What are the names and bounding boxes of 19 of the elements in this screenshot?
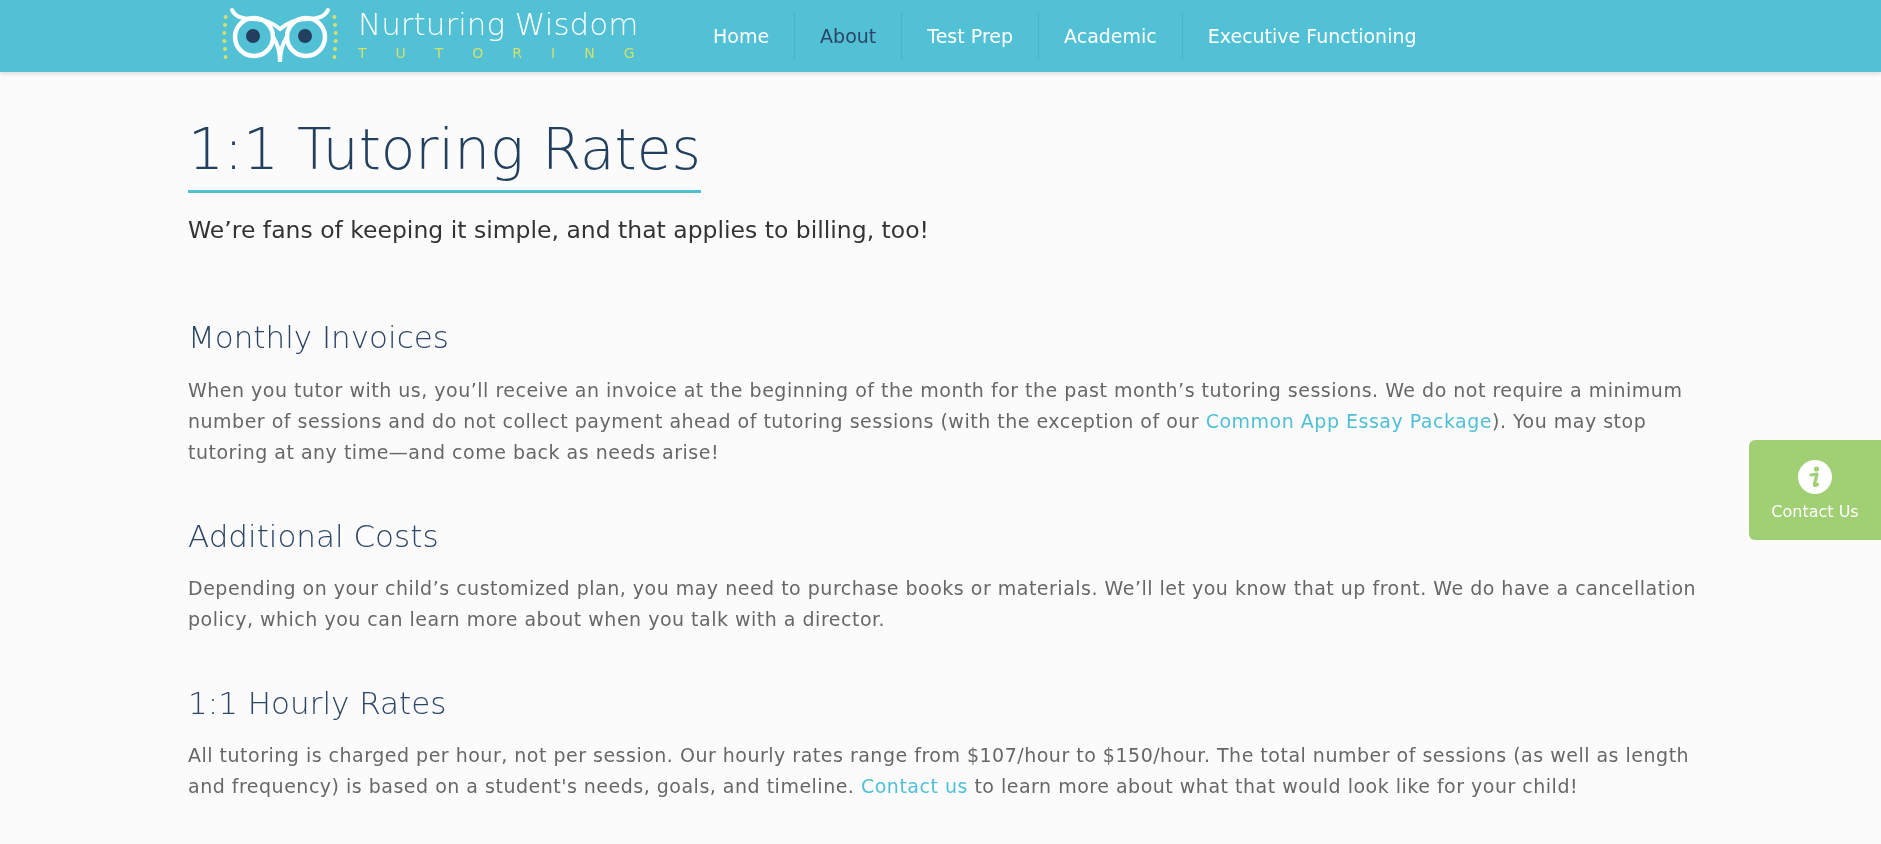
- intro-text: We’re fans of keeping it simple, and that applies to billing, too!: [188, 214, 930, 246]
- nav-link[interactable]: Academic: [1038, 13, 1182, 59]
- nav-link[interactable]: Home: [688, 13, 795, 59]
- section-heading: 1:1 Hourly Rates: [188, 684, 448, 722]
- section-paragraph: Depending on your child’s customized plan, you may need to purchase books or materials. We’ll let you know that up front. We do have a cancellation policy, which you can learn more about when you talk with a director.: [188, 575, 1698, 632]
- section-heading: Additional Costs: [188, 517, 440, 555]
- section-paragraph: When you tutor with us, you’ll receive an invoice at the beginning of the month for the past month’s tutoring sessions. We do not require a minimum number of sessions and do not collect payment ahead of tutoring sessions (with the exception of our Common App Essay Package). You may stop tutoring at any time—and come back as needs arise!: [188, 377, 1684, 465]
- contact-us-button[interactable]: Contact Us: [1749, 440, 1881, 540]
- text-link[interactable]: Contact us: [860, 774, 968, 797]
- nav-link[interactable]: Test Prep: [901, 13, 1039, 59]
- nav-link[interactable]: About: [794, 13, 902, 59]
- nav-link[interactable]: Executive Functioning: [1181, 13, 1442, 59]
- brand-name: Nurturing Wisdom: [358, 8, 640, 40]
- text-link[interactable]: Common App Essay Package: [1205, 409, 1492, 432]
- page-title: 1:1 Tutoring Rates: [188, 116, 701, 193]
- brand-tagline: TUTORING: [358, 45, 664, 60]
- section-paragraph: All tutoring is charged per hour, not per session. Our hourly rates range from $107/hour to $150/hour. The total number of sessions (as well as length and frequency) is based on a student's needs, goals, and timeline. Contact us to learn more about what that would look like for your child!: [188, 742, 1691, 799]
- section-heading: Monthly Invoices: [188, 319, 450, 357]
- info-icon: [1798, 459, 1832, 494]
